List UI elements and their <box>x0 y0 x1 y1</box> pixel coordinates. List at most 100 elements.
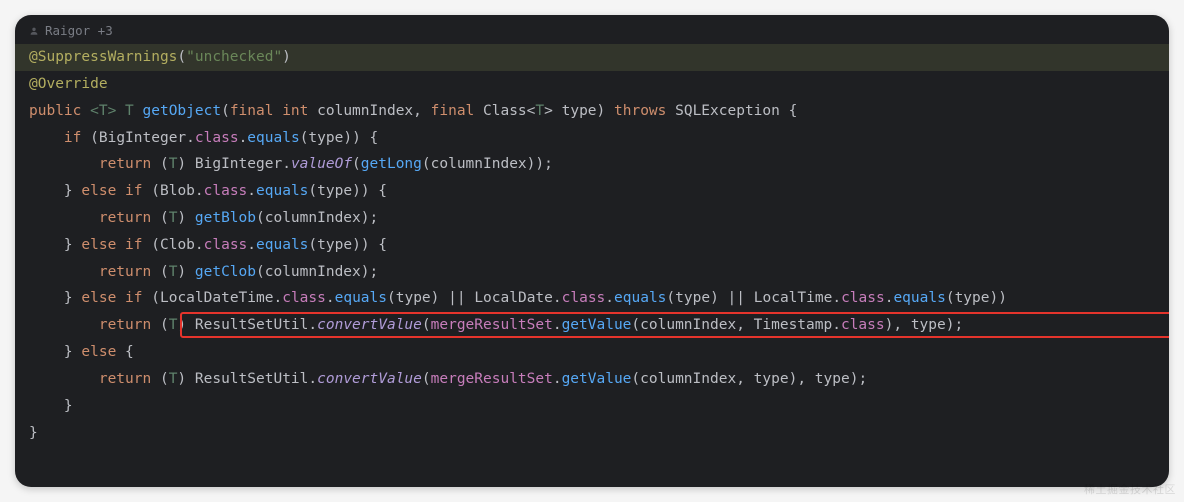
semicolon: ; <box>858 371 867 387</box>
paren: ( <box>160 210 169 226</box>
paren: ( <box>631 371 640 387</box>
dot: . <box>239 130 248 146</box>
code-line[interactable]: } <box>15 420 1169 447</box>
paren: ( <box>256 264 265 280</box>
indent <box>29 156 99 172</box>
arg: columnIndex <box>640 371 736 387</box>
code-line[interactable]: } else { <box>15 339 1169 366</box>
static-method: convertValue <box>317 371 422 387</box>
brace: } <box>64 237 81 253</box>
type: Class <box>483 103 527 119</box>
code-line[interactable]: return (T) ResultSetUtil.convertValue(me… <box>15 312 1169 339</box>
keyword: return <box>99 156 160 172</box>
code-line[interactable]: } else if (Clob.class.equals(type)) { <box>15 232 1169 259</box>
comma: , <box>736 371 753 387</box>
dot: . <box>605 290 614 306</box>
class-ref: LocalTime <box>754 290 833 306</box>
class-literal: class <box>204 183 248 199</box>
paren: ) <box>431 290 448 306</box>
semicolon: ; <box>544 156 553 172</box>
arg: type <box>317 183 352 199</box>
author-label: Raigor +3 <box>45 19 113 42</box>
arg: type <box>396 290 431 306</box>
code-line[interactable]: return (T) getBlob(columnIndex); <box>15 205 1169 232</box>
dot: . <box>308 371 317 387</box>
arg: type <box>308 130 343 146</box>
paren: ) <box>177 264 194 280</box>
paren: ( <box>160 156 169 172</box>
class-literal: class <box>841 290 885 306</box>
class-literal: class <box>562 290 606 306</box>
paren: ( <box>422 156 431 172</box>
generic: T <box>535 103 544 119</box>
arg: columnIndex <box>265 210 361 226</box>
indent <box>29 210 99 226</box>
comma: , <box>893 317 910 333</box>
paren: ) <box>535 156 544 172</box>
keyword: if <box>125 290 151 306</box>
code-line[interactable]: } else if (LocalDateTime.class.equals(ty… <box>15 285 1169 312</box>
code-line[interactable]: public <T> T getObject(final int columnI… <box>15 98 1169 125</box>
code-line[interactable]: @Override <box>15 71 1169 98</box>
generic: <T> <box>90 103 125 119</box>
keyword: public <box>29 103 90 119</box>
paren: ( <box>256 210 265 226</box>
brace: { <box>370 130 379 146</box>
code-line[interactable]: @SuppressWarnings("unchecked") <box>15 44 1169 71</box>
paren: ( <box>90 130 99 146</box>
method-call: equals <box>893 290 945 306</box>
string-literal: "unchecked" <box>186 49 282 65</box>
code-body[interactable]: @SuppressWarnings("unchecked") @Override… <box>15 44 1169 456</box>
class-ref: LocalDateTime <box>160 290 274 306</box>
code-editor-frame: Raigor +3 @SuppressWarnings("unchecked")… <box>15 15 1169 487</box>
generic: T <box>125 103 142 119</box>
comma: , <box>797 371 814 387</box>
indent <box>29 183 64 199</box>
paren: ( <box>177 49 186 65</box>
arg: type <box>317 237 352 253</box>
indent <box>29 290 64 306</box>
watermark-text: 稀土掘金技术社区 <box>1084 480 1176 500</box>
method-call: equals <box>256 237 308 253</box>
class-ref: BigInteger <box>99 130 186 146</box>
code-line[interactable]: return (T) getClob(columnIndex); <box>15 259 1169 286</box>
code-line[interactable]: if (BigInteger.class.equals(type)) { <box>15 125 1169 152</box>
paren: ) <box>282 49 291 65</box>
paren: ) <box>710 290 727 306</box>
dot: . <box>553 371 562 387</box>
indent <box>29 237 64 253</box>
dot: . <box>308 317 317 333</box>
code-line[interactable]: } else if (Blob.class.equals(type)) { <box>15 178 1169 205</box>
dot: . <box>282 156 291 172</box>
code-line[interactable]: } <box>15 393 1169 420</box>
comma: , <box>413 103 430 119</box>
class-ref: Timestamp <box>754 317 833 333</box>
keyword: final <box>230 103 282 119</box>
brace: { <box>378 237 387 253</box>
keyword: return <box>99 371 160 387</box>
code-line[interactable]: return (T) ResultSetUtil.convertValue(me… <box>15 366 1169 393</box>
semicolon: ; <box>370 210 379 226</box>
class-literal: class <box>195 130 239 146</box>
class-literal: class <box>282 290 326 306</box>
paren: ) <box>177 210 194 226</box>
keyword: throws <box>614 103 675 119</box>
type: SQLException <box>675 103 789 119</box>
author-annotation-bar: Raigor +3 <box>15 15 1169 44</box>
paren: ) <box>343 130 352 146</box>
parameter: type <box>562 103 597 119</box>
field-ref: mergeResultSet <box>431 317 553 333</box>
keyword: if <box>125 183 151 199</box>
paren: ( <box>160 371 169 387</box>
method-call: equals <box>614 290 666 306</box>
code-line[interactable]: return (T) BigInteger.valueOf(getLong(co… <box>15 151 1169 178</box>
paren: ( <box>151 237 160 253</box>
paren: ) <box>597 103 614 119</box>
brace: { <box>378 183 387 199</box>
dot: . <box>195 183 204 199</box>
paren: ) <box>352 130 369 146</box>
keyword: final <box>431 103 483 119</box>
indent <box>29 130 64 146</box>
indent <box>29 371 99 387</box>
paren: ( <box>666 290 675 306</box>
